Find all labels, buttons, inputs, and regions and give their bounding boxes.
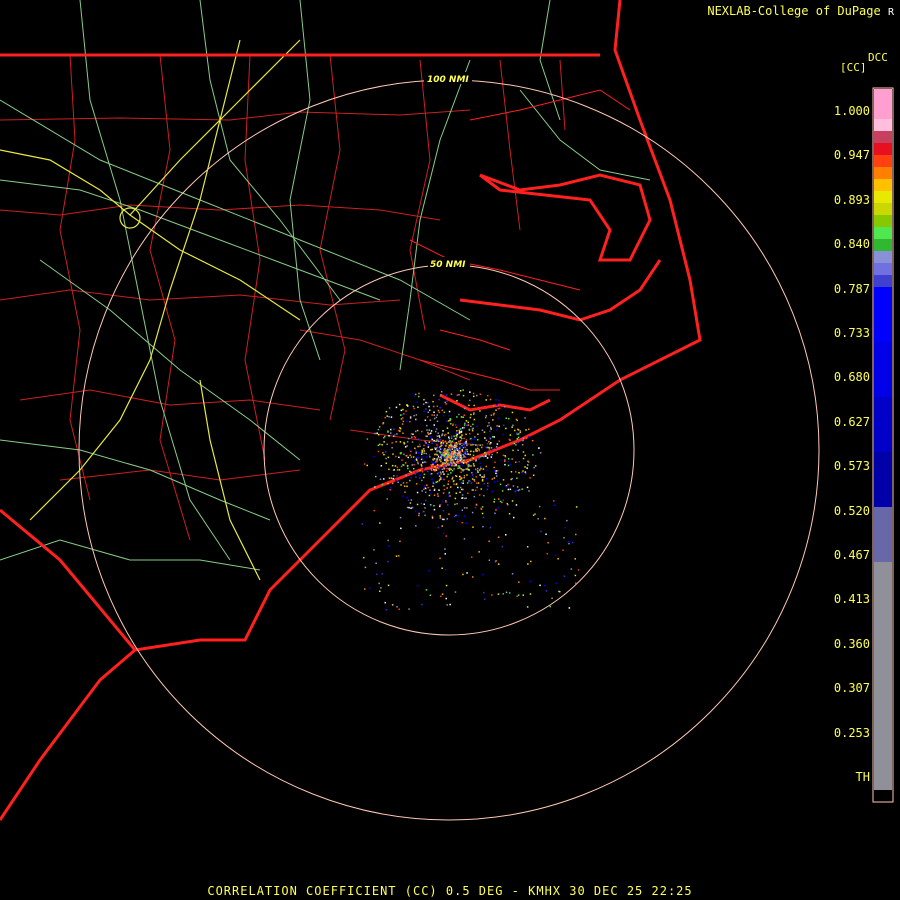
- colorbar-tick: 0.360: [833, 636, 870, 651]
- colorbar-tick: 1.000: [833, 104, 870, 118]
- color-scale-bar: [872, 87, 894, 803]
- colorbar-tick: 0.680: [833, 370, 870, 385]
- colorbar-tick: 0.947: [833, 148, 870, 163]
- colorbar-swatch: [874, 143, 892, 155]
- colorbar-swatch: [874, 215, 892, 227]
- colorbar-swatch: [874, 263, 892, 275]
- colorbar-tick: 0.893: [833, 192, 870, 207]
- colorbar-swatch: [874, 167, 892, 179]
- colorbar-swatch: [874, 239, 892, 251]
- colorbar-swatch: [874, 179, 892, 191]
- product-footer: CORRELATION COEFFICIENT (CC) 0.5 DEG - K…: [207, 884, 693, 898]
- colorbar-tick: TH: [855, 770, 870, 784]
- colorbar-swatch: [874, 507, 892, 562]
- colorbar-tick: 0.413: [833, 592, 870, 607]
- logo-icon: R: [887, 7, 894, 18]
- colorbar-swatch: [874, 191, 892, 203]
- source-header: NEXLAB-College of DuPage R: [707, 4, 894, 18]
- colorbar-swatch: [874, 203, 892, 215]
- range-label-50: 50 NMI: [430, 260, 466, 270]
- colorbar-tick: 0.840: [833, 237, 870, 252]
- colorbar-swatch: [874, 119, 892, 131]
- radar-map[interactable]: 50 NMI 100 NMI: [0, 0, 900, 900]
- colorbar-tick: 0.573: [833, 459, 870, 474]
- colorbar-tick: 0.787: [833, 281, 870, 296]
- colorbar-tick: 0.520: [833, 503, 870, 518]
- colorbar-swatch: [874, 227, 892, 239]
- colorbar-swatch: [874, 155, 892, 167]
- colorbar-swatch: [874, 287, 892, 342]
- colorbar-swatch: [874, 562, 892, 801]
- colorbar-title: DCC [CC]: [840, 51, 888, 74]
- colorbar-swatch: [874, 89, 892, 119]
- colorbar-swatch: [874, 251, 892, 263]
- colorbar-swatch: [874, 131, 892, 143]
- colorbar-tick: 0.627: [833, 414, 870, 429]
- colorbar-swatch: [874, 275, 892, 287]
- colorbar-tick: 0.467: [833, 548, 870, 562]
- colorbar-swatch: [874, 342, 892, 397]
- range-label-100: 100 NMI: [427, 75, 469, 85]
- colorbar-tick: 0.307: [833, 681, 870, 696]
- colorbar-swatch: [874, 397, 892, 452]
- colorbar-swatch: [874, 452, 892, 507]
- colorbar-tick: 0.253: [833, 725, 870, 740]
- colorbar-tick: 0.733: [833, 326, 870, 340]
